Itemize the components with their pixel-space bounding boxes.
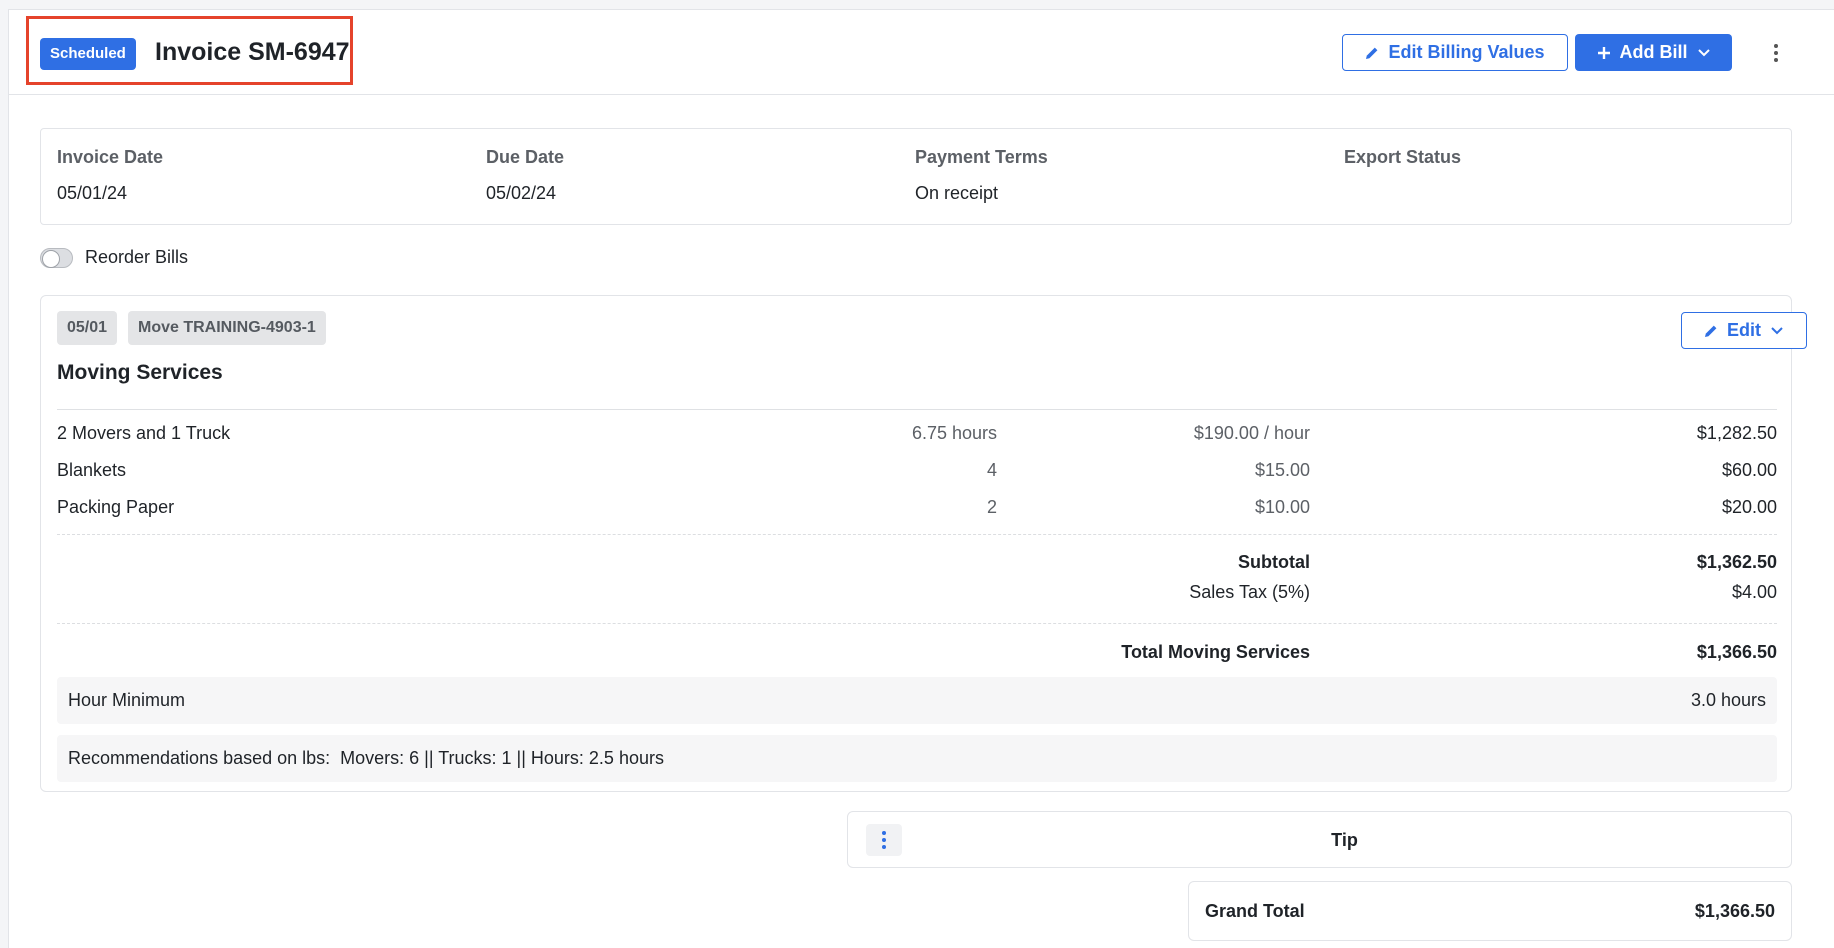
line-item-amount: $60.00 bbox=[1721, 460, 1777, 480]
due-date-field: Due Date 05/02/24 bbox=[486, 145, 564, 205]
plus-icon bbox=[1597, 46, 1610, 59]
hour-minimum-label: Hour Minimum bbox=[68, 690, 186, 710]
pencil-icon bbox=[1705, 325, 1717, 337]
payment-terms-value: On receipt bbox=[915, 183, 999, 203]
line-item-quantity: 6.75 hours bbox=[911, 423, 997, 443]
invoice-header: Scheduled Invoice SM-6947 Edit Billing V… bbox=[9, 10, 1834, 95]
edit-bill-button[interactable]: Edit bbox=[1681, 312, 1807, 349]
line-item-description: 2 Movers and 1 Truck bbox=[57, 423, 231, 443]
export-status-field: Export Status bbox=[1344, 145, 1461, 181]
invoice-page: Scheduled Invoice SM-6947 Edit Billing V… bbox=[8, 9, 1834, 948]
invoice-details-card: Invoice Date 05/01/24 Due Date 05/02/24 … bbox=[40, 128, 1792, 225]
line-item-rate: $10.00 bbox=[1254, 497, 1310, 517]
invoice-date-field: Invoice Date 05/01/24 bbox=[57, 145, 163, 205]
page-title: Invoice SM-6947 bbox=[155, 38, 350, 66]
total-moving-services-value: $1,366.50 bbox=[1696, 642, 1777, 662]
reorder-bills-toggle[interactable] bbox=[40, 247, 73, 268]
bill-card: 05/01 Move TRAINING-4903-1 Edit Moving S… bbox=[40, 295, 1807, 792]
line-item-description: Blankets bbox=[57, 460, 127, 480]
total-moving-services-row: Total Moving Services $1,366.50 bbox=[57, 639, 1777, 665]
status-badge: Scheduled bbox=[40, 38, 136, 70]
add-bill-button[interactable]: Add Bill bbox=[1575, 34, 1732, 71]
line-item-rate: $15.00 bbox=[1254, 460, 1310, 480]
tip-label: Tip bbox=[1331, 830, 1358, 850]
chevron-down-icon bbox=[1697, 48, 1710, 56]
reorder-bills-row: Reorder Bills bbox=[40, 247, 188, 268]
invoice-date-label: Invoice Date bbox=[57, 147, 164, 167]
line-item-description: Packing Paper bbox=[57, 497, 175, 517]
recommendations-row: Recommendations based on lbs: Movers: 6 … bbox=[57, 735, 1777, 782]
invoice-date-value: 05/01/24 bbox=[57, 183, 128, 203]
more-options-icon[interactable] bbox=[1764, 40, 1788, 66]
line-item: 2 Movers and 1 Truck 6.75 hours $190.00 … bbox=[57, 420, 1777, 446]
add-bill-label: Add Bill bbox=[1619, 42, 1688, 62]
grand-total-card: Grand Total $1,366.50 bbox=[1188, 881, 1792, 941]
due-date-value: 05/02/24 bbox=[486, 183, 557, 203]
subtotal-label: Subtotal bbox=[1238, 552, 1310, 572]
chevron-down-icon bbox=[1771, 326, 1783, 334]
edit-billing-values-label: Edit Billing Values bbox=[1388, 42, 1545, 62]
subtotal-row: Subtotal $1,362.50 bbox=[57, 549, 1777, 575]
move-chip: Move TRAINING-4903-1 bbox=[128, 311, 326, 345]
recommendations-text: Recommendations based on lbs: Movers: 6 … bbox=[68, 748, 664, 768]
reorder-bills-label: Reorder Bills bbox=[85, 247, 189, 267]
bill-section-title: Moving Services bbox=[57, 361, 223, 384]
hour-minimum-row: Hour Minimum 3.0 hours bbox=[57, 677, 1777, 724]
bill-date-chip: 05/01 bbox=[57, 311, 118, 345]
line-item-amount: $20.00 bbox=[1721, 497, 1777, 517]
payment-terms-label: Payment Terms bbox=[915, 147, 1048, 167]
payment-terms-field: Payment Terms On receipt bbox=[915, 145, 1048, 205]
totals-divider bbox=[57, 623, 1777, 624]
items-divider bbox=[57, 534, 1777, 535]
export-status-label: Export Status bbox=[1344, 147, 1462, 167]
line-item: Blankets 4 $15.00 $60.00 bbox=[57, 457, 1777, 483]
tip-card: Tip bbox=[847, 811, 1792, 868]
due-date-label: Due Date bbox=[486, 147, 565, 167]
line-item-rate: $190.00 / hour bbox=[1193, 423, 1310, 443]
edit-bill-label: Edit bbox=[1727, 320, 1761, 340]
line-item-quantity: 4 bbox=[986, 460, 997, 480]
line-item: Packing Paper 2 $10.00 $20.00 bbox=[57, 494, 1777, 520]
sales-tax-row: Sales Tax (5%) $4.00 bbox=[57, 579, 1777, 605]
pencil-icon bbox=[1366, 47, 1378, 59]
sales-tax-label: Sales Tax (5%) bbox=[1189, 582, 1310, 602]
section-divider bbox=[57, 409, 1777, 410]
edit-billing-values-button[interactable]: Edit Billing Values bbox=[1342, 34, 1568, 71]
line-item-quantity: 2 bbox=[986, 497, 997, 517]
grand-total-label: Grand Total bbox=[1205, 901, 1305, 921]
line-item-amount: $1,282.50 bbox=[1696, 423, 1777, 443]
total-moving-services-label: Total Moving Services bbox=[1121, 642, 1310, 662]
subtotal-value: $1,362.50 bbox=[1696, 552, 1777, 572]
sales-tax-value: $4.00 bbox=[1731, 582, 1777, 602]
hour-minimum-value: 3.0 hours bbox=[1690, 690, 1766, 710]
grand-total-value: $1,366.50 bbox=[1694, 901, 1775, 921]
